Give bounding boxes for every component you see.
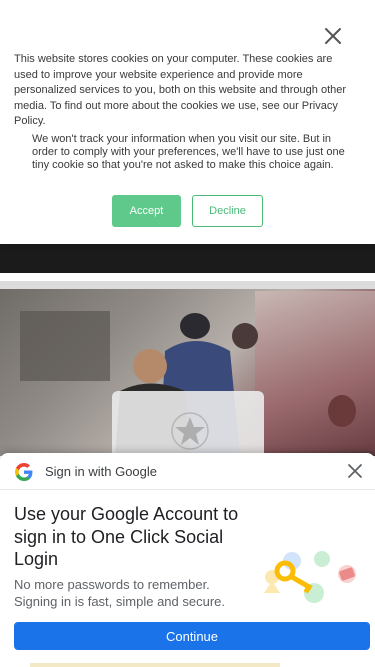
tracking-notice: We won't track your information when you… <box>32 133 345 171</box>
cookie-banner: This website stores cookies on your comp… <box>0 0 375 244</box>
page-footer-peek <box>30 663 280 667</box>
accept-button[interactable]: Accept <box>112 195 181 227</box>
decline-button[interactable]: Decline <box>192 195 263 227</box>
signin-description: No more passwords to remember. Signing i… <box>14 577 225 609</box>
google-signin-sheet: Sign in with Google Use your Google Acco… <box>0 453 375 667</box>
header-strip <box>0 240 375 273</box>
close-icon[interactable] <box>323 26 343 46</box>
star-badge-icon <box>171 412 209 450</box>
signin-heading: Use your Google Account to sign in to On… <box>14 504 239 569</box>
google-logo-icon <box>15 463 33 481</box>
key-illustration-icon <box>264 551 356 603</box>
signin-header-title: Sign in with Google <box>45 464 158 479</box>
cookie-message: This website stores cookies on your comp… <box>14 53 347 127</box>
hero-image <box>0 281 375 456</box>
close-icon[interactable] <box>347 463 363 479</box>
signin-header: Sign in with Google <box>0 453 375 490</box>
continue-button[interactable]: Continue <box>14 622 370 650</box>
